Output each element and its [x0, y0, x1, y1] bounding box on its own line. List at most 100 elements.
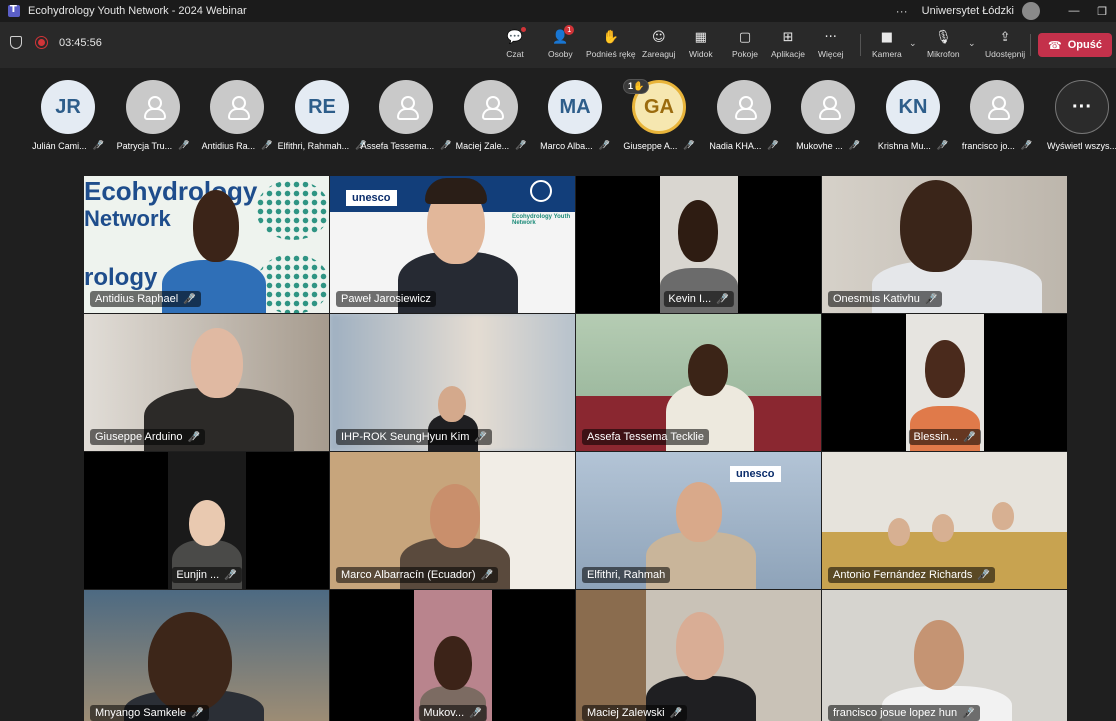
person-face: [888, 518, 910, 546]
video-tile[interactable]: Marco Albarracín (Ecuador) 🎤̸: [330, 452, 575, 589]
video-tile[interactable]: unesco Ecohydrology Youth Network Paweł …: [330, 176, 575, 313]
mic-off-icon: 🎤̸: [474, 431, 487, 443]
person-face: [676, 612, 724, 680]
view-all-participants[interactable]: ··· Wyświetl wszys...: [1040, 80, 1116, 160]
rooms-icon: ▢: [738, 29, 752, 45]
person-face: [925, 340, 965, 398]
video-tile[interactable]: Giuseppe Arduino 🎤̸: [84, 314, 329, 451]
tile-name-label: Kevin I... 🎤̸: [663, 291, 734, 307]
background-text: rology: [84, 264, 158, 291]
video-tile[interactable]: unesco Elfithri, Rahmah: [576, 452, 821, 589]
participant[interactable]: Nadia KHA... 🎤̸: [702, 80, 786, 160]
person-icon: [733, 96, 757, 120]
view-label: Widok: [689, 49, 713, 59]
avatar: RE: [295, 80, 349, 134]
hair: [425, 178, 487, 204]
video-tile[interactable]: Kevin I... 🎤̸: [576, 176, 821, 313]
logo-dots: [256, 180, 329, 240]
participant[interactable]: Maciej Zale... 🎤̸: [449, 80, 533, 160]
meeting-timer: 03:45:56: [59, 36, 102, 49]
chat-icon: 💬: [506, 27, 526, 46]
rooms-label: Pokoje: [732, 49, 758, 59]
video-tile[interactable]: IHP-ROK SeungHyun Kim 🎤̸: [330, 314, 575, 451]
minimize-button[interactable]: —: [1060, 5, 1088, 17]
tile-name-label: Elfithri, Rahmah: [582, 567, 671, 583]
leave-button[interactable]: ☎ Opuść: [1038, 33, 1112, 57]
mic-off-icon: 🎤̸: [178, 141, 190, 151]
phone-hangup-icon: ☎: [1048, 38, 1062, 52]
avatar: [126, 80, 180, 134]
participant[interactable]: Mukovhe ... 🎤̸: [786, 80, 870, 160]
mic-button[interactable]: 🎙 Mikrofon: [927, 28, 960, 64]
video-tile[interactable]: Blessin... 🎤̸: [822, 314, 1067, 451]
leave-label: Opuść: [1067, 39, 1102, 51]
raised-hand-badge: 1✋: [623, 79, 650, 94]
video-tile[interactable]: francisco josue lopez hun 🎤̸: [822, 590, 1067, 721]
person-icon: [142, 96, 166, 120]
grid-icon: ▦: [694, 29, 707, 45]
video-tile[interactable]: Mnyango Samkele 🎤̸: [84, 590, 329, 721]
video-tile[interactable]: Maciej Zalewski 🎤̸: [576, 590, 821, 721]
more-button[interactable]: ··· Więcej: [818, 28, 844, 64]
participant[interactable]: JR Julián Cami... 🎤̸: [26, 80, 110, 160]
mic-label: Mikrofon: [927, 49, 960, 59]
mic-off-icon: 🎤̸: [683, 141, 695, 151]
person-face: [191, 328, 243, 398]
restore-button[interactable]: ❐: [1088, 5, 1116, 18]
participant-strip: JR Julián Cami... 🎤̸ Patrycja Tru... 🎤̸ An…: [0, 79, 1116, 164]
person-face: [932, 514, 954, 542]
user-avatar[interactable]: [1022, 2, 1040, 20]
camera-options-chevron-icon[interactable]: ⌄: [909, 39, 917, 49]
share-icon: ⇪: [999, 29, 1011, 45]
share-button[interactable]: ⇪ Udostępnij: [985, 28, 1025, 64]
participant-name: Elfithri, Rahmah...: [277, 141, 350, 151]
ecohydrology-logo: [530, 180, 552, 202]
video-tile[interactable]: Onesmus Kativhu 🎤̸: [822, 176, 1067, 313]
video-tile[interactable]: Antonio Fernández Richards 🎤̸: [822, 452, 1067, 589]
camera-button[interactable]: ■ Kamera: [872, 28, 902, 64]
video-tile[interactable]: Mukov... 🎤̸: [330, 590, 575, 721]
participant[interactable]: Patrycja Tru... 🎤̸: [111, 80, 195, 160]
people-badge: 1: [564, 25, 575, 35]
tile-name-label: Marco Albarracín (Ecuador) 🎤̸: [336, 567, 498, 583]
participant[interactable]: 1✋ GA Giuseppe A... 🎤̸: [617, 79, 701, 160]
rooms-button[interactable]: ▢ Pokoje: [732, 28, 758, 64]
participant[interactable]: MA Marco Alba... 🎤̸: [533, 80, 617, 160]
apps-button[interactable]: ⊞ Aplikacje: [771, 28, 805, 64]
participant-name: Marco Alba...: [540, 141, 593, 151]
mic-options-chevron-icon[interactable]: ⌄: [968, 39, 976, 49]
person-icon: [226, 96, 250, 120]
raise-hand-label: Podnieś rękę: [586, 49, 636, 59]
participant[interactable]: RE Elfithri, Rahmah... 🎤̸: [277, 80, 366, 160]
tile-name-label: Eunjin ... 🎤̸: [171, 567, 242, 583]
plus-icon: ⊞: [782, 29, 794, 45]
video-tile[interactable]: Ecohydrology Network rology Antidius Rap…: [84, 176, 329, 313]
participant[interactable]: Antidius Ra... 🎤̸: [195, 80, 279, 160]
people-button[interactable]: 👤 1 Osoby: [548, 25, 575, 64]
mic-off-icon: 🎤̸: [669, 707, 683, 719]
avatar: [464, 80, 518, 134]
raise-hand-button[interactable]: ✋ Podnieś rękę: [586, 28, 636, 64]
meeting-status: 03:45:56: [10, 36, 102, 49]
avatar: [717, 80, 771, 134]
view-button[interactable]: ▦ Widok: [689, 28, 713, 64]
video-tile[interactable]: Eunjin ... 🎤̸: [84, 452, 329, 589]
tile-name-label: Antidius Raphael 🎤̸: [90, 291, 201, 307]
participant-name: Krishna Mu...: [877, 141, 931, 151]
participant[interactable]: KN Krishna Mu... 🎤̸: [871, 80, 955, 160]
react-button[interactable]: ☺ Zareaguj: [642, 28, 676, 64]
avatar: [379, 80, 433, 134]
teams-meeting-window: Ecohydrology Youth Network - 2024 Webina…: [0, 0, 1116, 721]
more-options-icon[interactable]: ···: [896, 4, 908, 18]
person-face: [914, 620, 964, 690]
participant[interactable]: Assefa Tessema... 🎤̸: [361, 80, 451, 160]
video-tile[interactable]: Assefa Tessema Tecklie: [576, 314, 821, 451]
participant-name: Julián Cami...: [32, 141, 87, 151]
person-icon: [817, 96, 841, 120]
participant[interactable]: francisco jo... 🎤̸: [955, 80, 1039, 160]
person-face: [900, 180, 972, 272]
more-glyph: ···: [1072, 95, 1092, 118]
view-all-label: Wyświetl wszys...: [1047, 141, 1116, 151]
chat-button[interactable]: 💬 Czat: [506, 27, 526, 64]
person-face: [430, 484, 480, 548]
